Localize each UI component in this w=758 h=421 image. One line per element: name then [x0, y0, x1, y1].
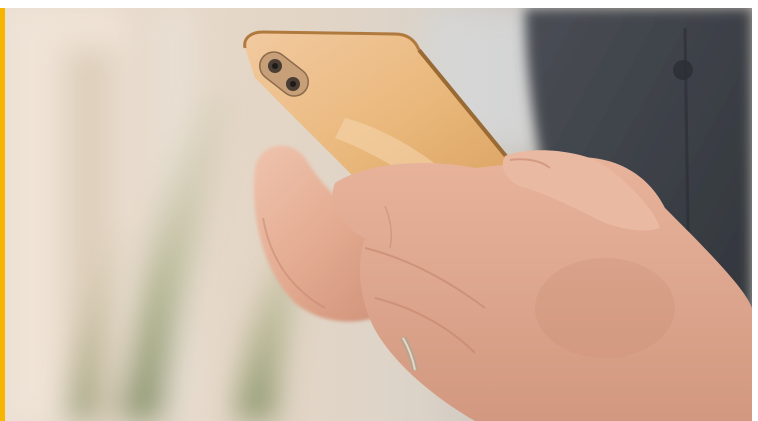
image-card — [0, 0, 758, 421]
photo-hand-holding-phone — [5, 8, 752, 421]
photo-illustration — [5, 8, 752, 421]
